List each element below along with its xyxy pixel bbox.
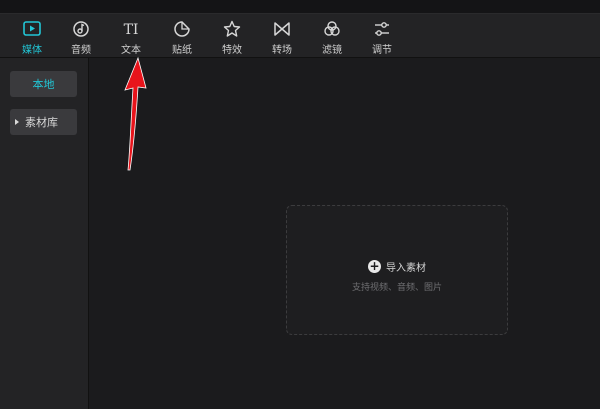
- tab-sticker[interactable]: 贴纸: [157, 14, 207, 58]
- import-label: 导入素材: [386, 263, 426, 274]
- tab-media[interactable]: 媒体: [7, 14, 57, 58]
- tab-adjust[interactable]: 调节: [357, 14, 407, 58]
- window-top-strip: [0, 0, 600, 14]
- tab-adjust-label: 调节: [372, 45, 392, 56]
- media-panel: + 导入素材 支持视频、音频、图片: [89, 58, 600, 409]
- text-icon-glyph: TI: [124, 22, 139, 38]
- media-icon: [23, 21, 41, 36]
- top-toolbar: 媒体 音频 TI 文本 贴纸 特效 转场 滤镜 调节: [0, 14, 600, 58]
- tab-filter[interactable]: 滤镜: [307, 14, 357, 58]
- tab-effects-label: 特效: [222, 45, 242, 56]
- media-sidebar: 本地 素材库: [0, 58, 89, 409]
- audio-icon: [73, 21, 89, 37]
- text-icon: TI: [124, 22, 139, 38]
- sidebar-item-local[interactable]: 本地: [10, 71, 77, 97]
- tab-text-label: 文本: [121, 45, 141, 56]
- import-dropzone[interactable]: + 导入素材 支持视频、音频、图片: [286, 205, 508, 335]
- sidebar-item-library[interactable]: 素材库: [10, 109, 77, 135]
- import-button[interactable]: + 导入素材: [287, 259, 507, 274]
- tab-effects[interactable]: 特效: [207, 14, 257, 58]
- tab-sticker-label: 贴纸: [172, 45, 192, 56]
- tab-transition[interactable]: 转场: [257, 14, 307, 58]
- effects-icon: [223, 20, 241, 37]
- transition-icon: [274, 22, 290, 36]
- sidebar-item-library-label: 素材库: [25, 116, 58, 129]
- tab-audio[interactable]: 音频: [56, 14, 106, 58]
- sticker-icon: [174, 21, 190, 37]
- import-hint: 支持视频、音频、图片: [351, 283, 442, 293]
- caret-right-icon: [15, 119, 19, 125]
- filter-icon: [324, 21, 340, 36]
- adjust-icon: [375, 22, 389, 36]
- tab-text[interactable]: TI 文本: [106, 14, 156, 58]
- tab-media-label: 媒体: [22, 45, 42, 56]
- tab-filter-label: 滤镜: [322, 45, 342, 56]
- tab-audio-label: 音频: [71, 45, 91, 56]
- tab-transition-label: 转场: [272, 45, 292, 56]
- plus-icon: +: [368, 259, 381, 273]
